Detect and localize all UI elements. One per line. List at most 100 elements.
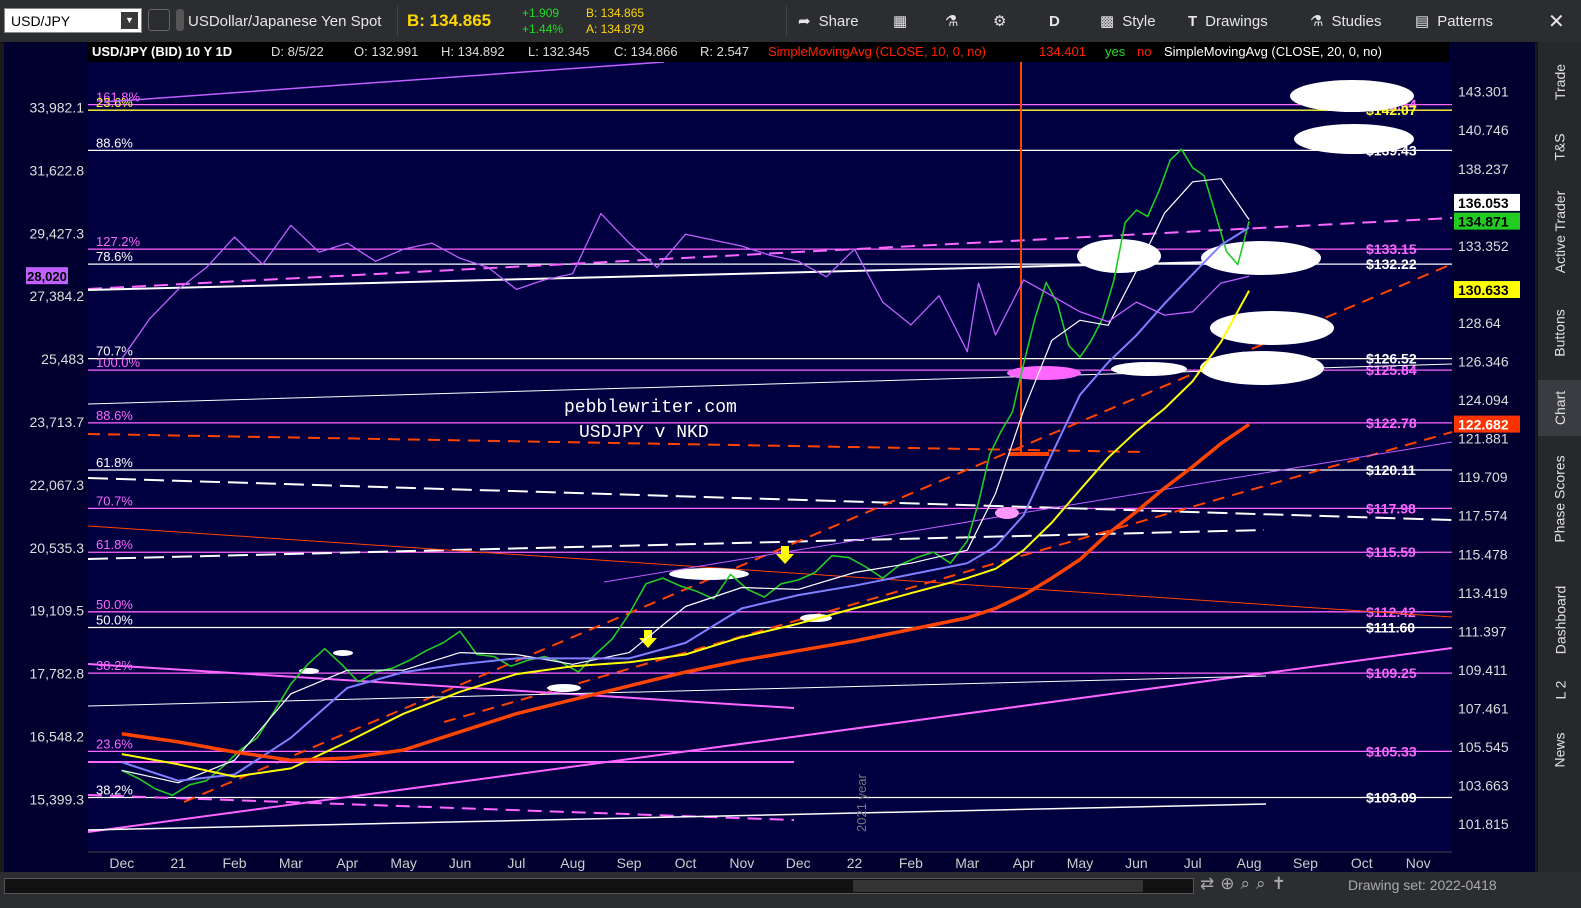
header-date: D: 8/5/22 — [271, 44, 324, 59]
tab-time-and-sales[interactable]: T&S — [1538, 122, 1581, 172]
header-low: L: 132.345 — [528, 44, 589, 59]
right-axis-tick: 143.301 — [1458, 84, 1509, 100]
flask-icon: ⚗ — [1310, 13, 1324, 30]
symbol-input[interactable]: USD/JPY ▼ — [4, 8, 142, 33]
style-button[interactable]: ▩ Style — [1100, 0, 1156, 42]
text-icon: T — [1188, 12, 1198, 30]
left-axis-tick: 33,982.1 — [30, 100, 85, 116]
tab-phase-scores[interactable]: Phase Scores — [1538, 444, 1581, 554]
patterns-button[interactable]: ▤ Patterns — [1415, 0, 1493, 42]
close-icon[interactable]: ✕ — [1548, 0, 1565, 42]
study1-label[interactable]: SimpleMovingAvg (CLOSE, 10, 0, no) — [768, 44, 986, 59]
tab-buttons[interactable]: Buttons — [1538, 298, 1581, 368]
level-price-label: $122.78 — [1366, 415, 1417, 431]
header-close: C: 134.866 — [614, 44, 678, 59]
right-axis-tick: 109.411 — [1458, 662, 1508, 678]
drawings-button[interactable]: T Drawings — [1188, 0, 1268, 42]
left-axis-tick: 22,067.3 — [30, 477, 85, 493]
level-percent-label: 88.6% — [96, 408, 133, 423]
period-button[interactable]: D — [1049, 0, 1060, 42]
link-icon[interactable] — [148, 9, 170, 31]
tab-label: News — [1551, 732, 1568, 768]
right-axis-tick: 133.352 — [1458, 238, 1509, 254]
drawing-set-label: Drawing set: 2022-0418 — [1348, 877, 1497, 893]
level-price-label: $117.98 — [1366, 500, 1416, 516]
level-price-label: $109.25 — [1366, 665, 1417, 681]
pan-icon[interactable]: ⇄ — [1200, 874, 1220, 893]
symbol-description: USDollar/Japanese Yen Spot — [188, 12, 382, 30]
right-axis-tick: 126.346 — [1458, 354, 1509, 370]
chart-scrollbar[interactable] — [4, 878, 1194, 894]
tab-label: T&S — [1551, 133, 1568, 161]
share-button[interactable]: ➦ Share — [798, 0, 859, 42]
study1-value: 134.401 — [1039, 44, 1086, 59]
study2-label[interactable]: SimpleMovingAvg (CLOSE, 20, 0, no) — [1164, 44, 1382, 59]
share-icon: ➦ — [798, 13, 811, 30]
x-tick-label: Mar — [279, 855, 303, 871]
header-high: H: 134.892 — [441, 44, 505, 59]
right-axis-tick: 115.478 — [1458, 546, 1508, 562]
scrollbar-thumb[interactable] — [853, 880, 1143, 892]
left-axis-tick: 16,548.2 — [30, 729, 85, 745]
highlight-ellipse — [1111, 362, 1187, 376]
level-percent-label: 23.6% — [96, 95, 133, 110]
tab-label: Active Trader — [1552, 190, 1569, 274]
highlight-ellipse — [1200, 351, 1324, 385]
chart-area[interactable]: 161.8%$142.4423.6%$142.0788.6%$139.43127… — [4, 42, 1535, 872]
grid-icon: ▦ — [893, 13, 908, 30]
left-axis-tick: 17,782.8 — [30, 666, 85, 682]
chevron-down-icon[interactable]: ▼ — [121, 12, 138, 29]
right-axis-tick: 105.545 — [1458, 739, 1509, 755]
x-tick-label: May — [390, 855, 416, 871]
highlight-ellipse — [333, 650, 353, 656]
highlight-ellipse — [995, 507, 1019, 519]
candles-icon: ▩ — [1100, 13, 1115, 30]
x-tick-label: May — [1067, 855, 1093, 871]
right-axis-tick: 101.815 — [1458, 816, 1509, 832]
plot-background — [88, 42, 1452, 852]
flag-yes: yes — [1105, 44, 1126, 59]
settings-button[interactable]: ⚙ — [993, 0, 1006, 42]
tab-trade[interactable]: Trade — [1538, 52, 1581, 112]
grid-button[interactable]: ▦ — [893, 0, 907, 42]
right-axis-tick: 124.094 — [1458, 392, 1509, 408]
left-axis-tick: 20,535.3 — [30, 540, 85, 556]
tab-dashboard[interactable]: Dashboard — [1538, 578, 1581, 662]
level-percent-label: 127.2% — [96, 234, 141, 249]
level-percent-label: 88.6% — [96, 135, 133, 150]
crosshair-icon[interactable]: ⊕ — [1220, 874, 1240, 893]
highlight-ellipse — [547, 684, 581, 692]
patterns-label: Patterns — [1437, 12, 1494, 30]
level-price-label: $133.15 — [1366, 241, 1417, 257]
annotation-line-1: pebblewriter.com — [564, 398, 737, 418]
tab-chart[interactable]: Chart — [1538, 380, 1581, 436]
zoom-in-icon[interactable]: ⌕ — [1241, 874, 1257, 893]
x-tick-label: Aug — [560, 855, 585, 871]
x-tick-label: Nov — [729, 855, 754, 871]
zoom-out-icon[interactable]: ⌕ — [1256, 874, 1272, 893]
right-sidebar: Trade T&S Active Trader Buttons Chart Ph… — [1537, 42, 1581, 874]
tab-level-2[interactable]: L 2 — [1538, 668, 1581, 712]
x-tick-label: Dec — [786, 855, 811, 871]
level-percent-label: 50.0% — [96, 612, 133, 627]
x-tick-label: Jul — [507, 855, 525, 871]
tab-news[interactable]: News — [1538, 722, 1581, 778]
flask-button[interactable]: ⚗ — [945, 0, 958, 42]
gear-icon: ⚙ — [993, 13, 1007, 30]
chart-svg[interactable]: 161.8%$142.4423.6%$142.0788.6%$139.43127… — [4, 42, 1535, 872]
studies-button[interactable]: ⚗ Studies — [1310, 0, 1382, 42]
x-tick-label: 22 — [847, 855, 863, 871]
x-tick-label: Oct — [675, 855, 697, 871]
bottom-bar: ⇄⊕⌕⌕✝ Drawing set: 2022-0418 — [0, 872, 1581, 908]
left-axis-tick: 27,384.2 — [30, 288, 85, 304]
right-axis-tick: 107.461 — [1458, 700, 1509, 716]
cursor-icon[interactable]: ✝ — [1272, 874, 1292, 893]
right-axis-tick: 138.237 — [1458, 161, 1509, 177]
right-axis-tick: 103.663 — [1458, 778, 1509, 794]
right-axis-tick: 113.419 — [1458, 585, 1508, 601]
left-axis-tick: 15,399.3 — [30, 791, 85, 807]
level-price-label: $132.22 — [1366, 256, 1417, 272]
tab-active-trader[interactable]: Active Trader — [1538, 182, 1581, 282]
grip-icon — [176, 9, 184, 31]
level-price-label: $111.60 — [1366, 619, 1415, 635]
